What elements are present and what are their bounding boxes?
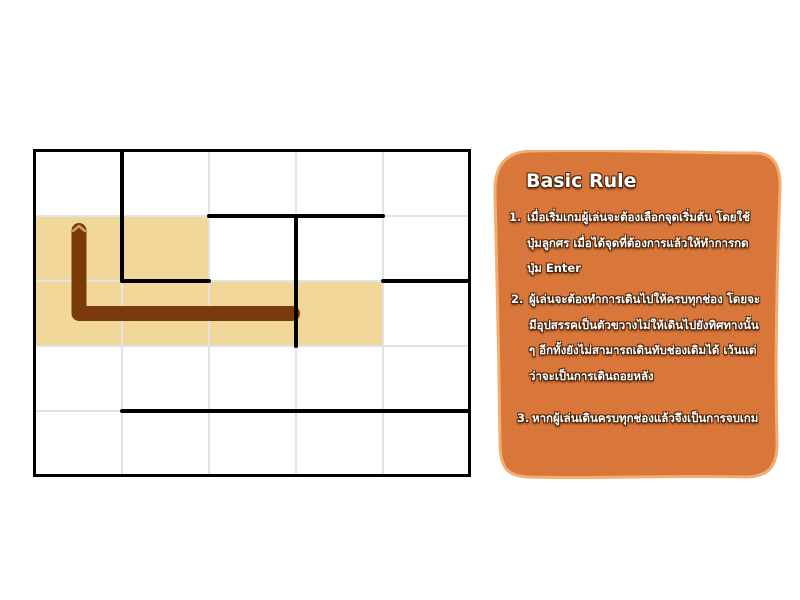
grid-cell[interactable]	[296, 346, 383, 411]
grid-cell[interactable]	[383, 152, 468, 216]
grid-cell[interactable]	[383, 346, 468, 411]
grid-cell[interactable]	[296, 411, 383, 474]
rule-number: 1.	[509, 210, 522, 224]
rule-title: Basic Rule	[526, 170, 637, 192]
grid-cell[interactable]	[296, 152, 383, 216]
rule-text: หากผู้เล่นเดินครบทุกช่องแล้วจึงเป็นการจบ…	[532, 411, 759, 425]
maze-board[interactable]	[33, 149, 471, 477]
game-screen: Basic Rule 1. เมื่อเริ่มเกมผู้เล่นจะต้อง…	[0, 0, 800, 600]
rule-number: 3.	[517, 411, 530, 425]
grid-cell[interactable]	[122, 411, 209, 474]
grid-cell[interactable]	[36, 411, 122, 474]
rule-number: 2.	[511, 292, 524, 306]
grid-cell[interactable]	[296, 281, 383, 346]
grid-cell[interactable]	[36, 152, 122, 216]
grid-cell[interactable]	[209, 152, 296, 216]
grid-cell[interactable]	[209, 216, 296, 281]
grid-cell[interactable]	[122, 152, 209, 216]
rule-item-3: 3. หากผู้เล่นเดินครบทุกช่องแล้วจึงเป็นกา…	[517, 406, 775, 432]
grid-cell[interactable]	[296, 216, 383, 281]
grid-cell[interactable]	[383, 281, 468, 346]
grid-cell[interactable]	[209, 411, 296, 474]
rule-panel: Basic Rule 1. เมื่อเริ่มเกมผู้เล่นจะต้อง…	[493, 150, 782, 479]
rule-text: ผู้เล่นจะต้องทำการเดินไปให้ครบทุกช่อง โด…	[529, 292, 760, 383]
rule-item-1: 1. เมื่อเริ่มเกมผู้เล่นจะต้องเลือกจุดเริ…	[509, 205, 771, 282]
grid-cell[interactable]	[36, 346, 122, 411]
grid-cell[interactable]	[122, 346, 209, 411]
grid-cell[interactable]	[383, 411, 468, 474]
grid-cell[interactable]	[209, 346, 296, 411]
rule-item-2: 2. ผู้เล่นจะต้องทำการเดินไปให้ครบทุกช่อง…	[511, 287, 773, 389]
rule-text: เมื่อเริ่มเกมผู้เล่นจะต้องเลือกจุดเริ่มต…	[527, 210, 750, 275]
grid-cell[interactable]	[383, 216, 468, 281]
grid-cell[interactable]	[122, 216, 209, 281]
maze-grid	[36, 152, 468, 474]
